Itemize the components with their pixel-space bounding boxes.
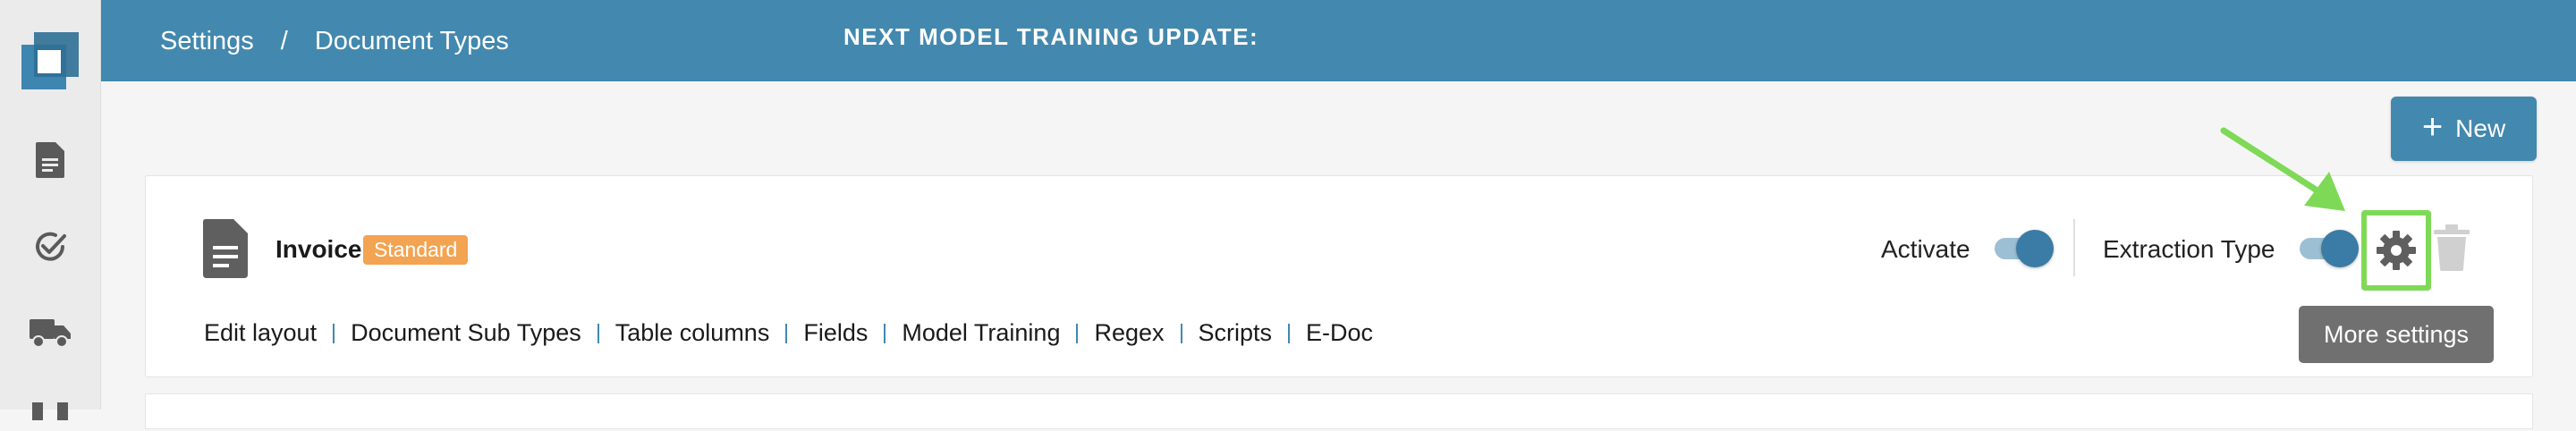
link-e-doc[interactable]: E-Doc xyxy=(1306,319,1373,347)
standard-badge: Standard xyxy=(363,235,469,265)
new-button-label: New xyxy=(2455,114,2506,142)
extraction-type-toggle[interactable] xyxy=(2300,230,2359,267)
link-regex[interactable]: Regex xyxy=(1094,319,1164,347)
breadcrumb-document-types[interactable]: Document Types xyxy=(315,27,509,56)
sidebar xyxy=(0,0,101,420)
plus-icon: + xyxy=(2421,107,2444,147)
new-button[interactable]: + New xyxy=(2391,97,2537,161)
link-separator xyxy=(333,323,335,343)
link-model-training[interactable]: Model Training xyxy=(902,319,1060,347)
annotation-arrow-icon xyxy=(2220,127,2345,211)
breadcrumb: Settings / Document Types xyxy=(160,27,509,56)
breadcrumb-settings[interactable]: Settings xyxy=(160,27,254,56)
link-table-columns[interactable]: Table columns xyxy=(615,319,770,347)
divider xyxy=(2073,219,2075,276)
link-separator xyxy=(597,323,599,343)
link-separator xyxy=(884,323,886,343)
extraction-type-label: Extraction Type xyxy=(2103,235,2275,263)
grid-icon[interactable] xyxy=(29,388,72,431)
trash-icon[interactable] xyxy=(2434,224,2470,275)
document-icon[interactable] xyxy=(29,139,72,182)
document-type-card-next xyxy=(145,393,2533,429)
link-edit-layout[interactable]: Edit layout xyxy=(204,319,317,347)
gear-icon xyxy=(2377,231,2416,270)
link-document-sub-types[interactable]: Document Sub Types xyxy=(351,319,581,347)
document-icon xyxy=(203,219,248,283)
document-type-links: Edit layout Document Sub Types Table col… xyxy=(204,319,1373,347)
link-separator xyxy=(785,323,788,343)
training-update-title: NEXT MODEL TRAINING UPDATE: xyxy=(843,23,1259,50)
link-separator xyxy=(1076,323,1079,343)
activate-label: Activate xyxy=(1881,235,1970,263)
more-settings-button[interactable] xyxy=(2361,210,2431,291)
document-type-name: Invoice xyxy=(275,235,362,263)
more-settings-tooltip: More settings xyxy=(2299,306,2494,363)
breadcrumb-separator: / xyxy=(280,27,288,55)
link-separator xyxy=(1180,323,1182,343)
truck-icon[interactable] xyxy=(29,311,72,354)
check-circle-icon[interactable] xyxy=(29,225,72,268)
activate-toggle[interactable] xyxy=(1995,230,2054,267)
link-separator xyxy=(1288,323,1291,343)
top-header: Settings / Document Types NEXT MODEL TRA… xyxy=(101,0,2576,81)
link-scripts[interactable]: Scripts xyxy=(1199,319,1273,347)
link-fields[interactable]: Fields xyxy=(803,319,868,347)
app-logo[interactable] xyxy=(21,32,79,89)
document-type-card: Invoice Standard Activate Extraction Typ… xyxy=(145,175,2533,377)
